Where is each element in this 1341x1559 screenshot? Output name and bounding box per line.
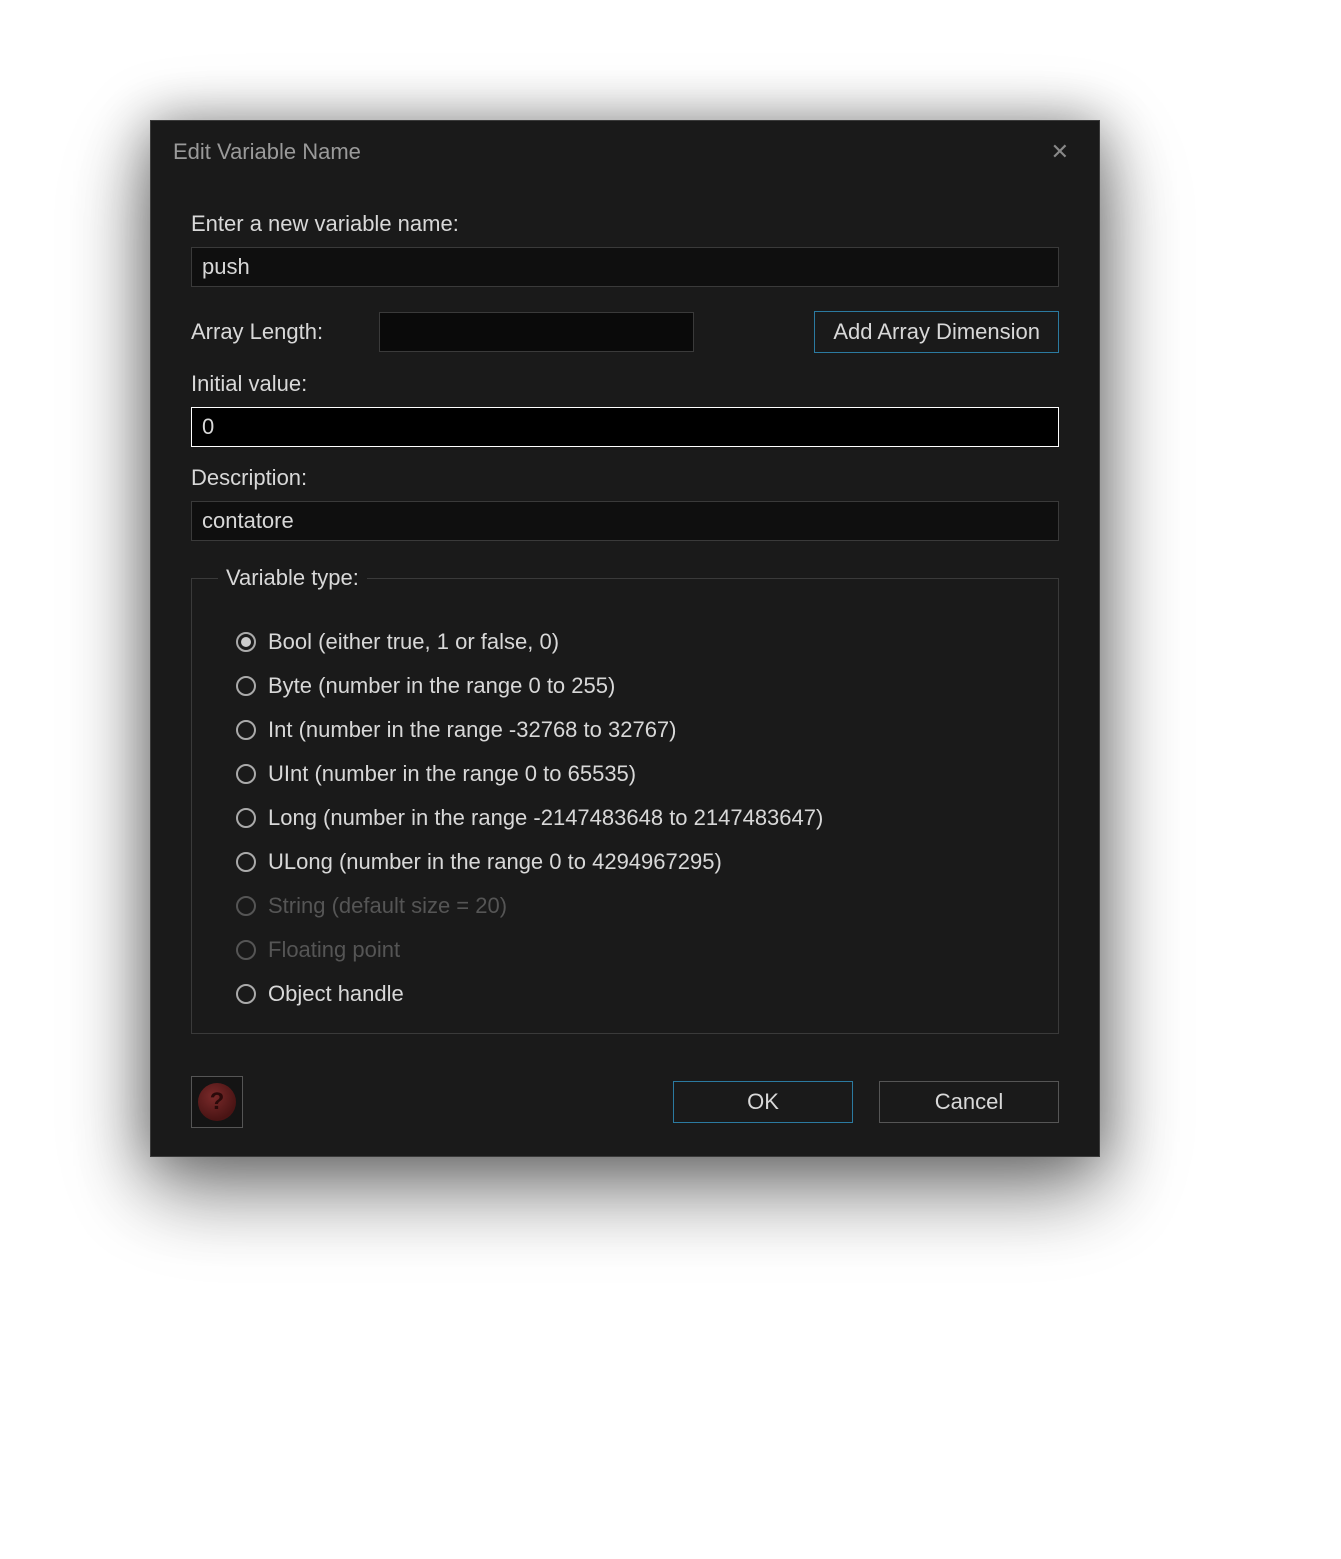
variable-type-label: Floating point <box>268 937 400 963</box>
radio-dot-icon <box>241 857 251 867</box>
variable-type-option[interactable]: Int (number in the range -32768 to 32767… <box>236 717 1032 743</box>
help-icon: ? <box>198 1083 236 1121</box>
titlebar: Edit Variable Name ✕ <box>151 121 1099 183</box>
description-label: Description: <box>191 465 1059 491</box>
variable-type-label: Byte (number in the range 0 to 255) <box>268 673 615 699</box>
variable-type-label: ULong (number in the range 0 to 42949672… <box>268 849 722 875</box>
dialog-window: Edit Variable Name ✕ Enter a new variabl… <box>150 120 1100 1157</box>
variable-type-list: Bool (either true, 1 or false, 0) Byte (n… <box>218 629 1032 1007</box>
variable-type-option[interactable]: Byte (number in the range 0 to 255) <box>236 673 1032 699</box>
array-length-label: Array Length: <box>191 319 361 345</box>
radio-dot-icon <box>241 637 251 647</box>
radio-dot-icon <box>241 901 251 911</box>
radio-icon <box>236 852 256 872</box>
radio-icon <box>236 676 256 696</box>
variable-type-option[interactable]: Long (number in the range -2147483648 to… <box>236 805 1032 831</box>
radio-icon <box>236 984 256 1004</box>
radio-icon <box>236 764 256 784</box>
radio-dot-icon <box>241 989 251 999</box>
dialog-content: Enter a new variable name: Array Length:… <box>151 183 1099 1054</box>
radio-dot-icon <box>241 681 251 691</box>
description-input[interactable] <box>191 501 1059 541</box>
radio-icon <box>236 896 256 916</box>
dialog-frame: Edit Variable Name ✕ Enter a new variabl… <box>150 120 1100 1157</box>
initial-value-input[interactable] <box>191 407 1059 447</box>
help-button[interactable]: ? <box>191 1076 243 1128</box>
variable-type-label: UInt (number in the range 0 to 65535) <box>268 761 636 787</box>
radio-dot-icon <box>241 813 251 823</box>
variable-type-label: Object handle <box>268 981 404 1007</box>
dialog-title: Edit Variable Name <box>173 139 361 165</box>
close-icon[interactable]: ✕ <box>1043 135 1077 169</box>
variable-type-label: Bool (either true, 1 or false, 0) <box>268 629 559 655</box>
variable-type-option[interactable]: Object handle <box>236 981 1032 1007</box>
cancel-button[interactable]: Cancel <box>879 1081 1059 1123</box>
add-array-dimension-button[interactable]: Add Array Dimension <box>814 311 1059 353</box>
name-label: Enter a new variable name: <box>191 211 1059 237</box>
radio-icon <box>236 720 256 740</box>
array-row: Array Length: Add Array Dimension <box>191 311 1059 353</box>
dialog-footer: ? OK Cancel <box>151 1054 1099 1156</box>
variable-type-legend: Variable type: <box>218 565 367 591</box>
variable-type-option[interactable]: Bool (either true, 1 or false, 0) <box>236 629 1032 655</box>
variable-name-input[interactable] <box>191 247 1059 287</box>
radio-icon <box>236 940 256 960</box>
initial-value-label: Initial value: <box>191 371 1059 397</box>
radio-dot-icon <box>241 769 251 779</box>
variable-type-option: Floating point <box>236 937 1032 963</box>
radio-icon <box>236 808 256 828</box>
ok-button[interactable]: OK <box>673 1081 853 1123</box>
help-glyph: ? <box>210 1088 225 1116</box>
radio-dot-icon <box>241 945 251 955</box>
variable-type-group: Variable type: Bool (either true, 1 or f… <box>191 565 1059 1034</box>
variable-type-option: String (default size = 20) <box>236 893 1032 919</box>
radio-icon <box>236 632 256 652</box>
variable-type-option[interactable]: UInt (number in the range 0 to 65535) <box>236 761 1032 787</box>
variable-type-label: String (default size = 20) <box>268 893 507 919</box>
variable-type-option[interactable]: ULong (number in the range 0 to 42949672… <box>236 849 1032 875</box>
variable-type-label: Long (number in the range -2147483648 to… <box>268 805 823 831</box>
variable-type-label: Int (number in the range -32768 to 32767… <box>268 717 677 743</box>
radio-dot-icon <box>241 725 251 735</box>
array-length-input[interactable] <box>379 312 694 352</box>
